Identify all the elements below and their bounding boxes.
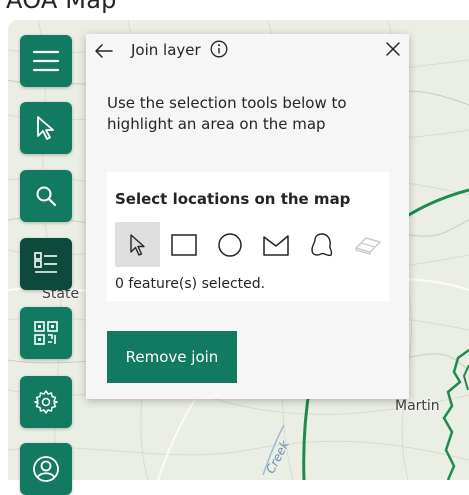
user-icon <box>33 456 59 482</box>
settings-button[interactable] <box>20 376 72 428</box>
close-button[interactable] <box>384 40 402 58</box>
select-arrow-icon <box>129 233 145 256</box>
search-button[interactable] <box>20 170 72 222</box>
select-tool-button[interactable] <box>20 102 72 154</box>
polygon-select-tool[interactable] <box>253 222 298 267</box>
hamburger-menu-icon <box>32 50 60 72</box>
layer-list-icon <box>34 252 57 273</box>
menu-button[interactable] <box>20 35 72 87</box>
close-icon <box>386 42 400 56</box>
rectangle-select-icon <box>170 233 197 256</box>
polygon-select-icon <box>262 234 289 256</box>
panel-title: Join layer <box>131 41 201 59</box>
qr-code-icon <box>34 321 58 345</box>
arrow-left-icon <box>95 44 113 58</box>
circle-select-icon <box>217 232 242 257</box>
panel-instructions: Use the selection tools below to highlig… <box>107 94 347 133</box>
page-title: AOA Map <box>6 0 117 14</box>
remove-join-button[interactable]: Remove join <box>107 331 237 383</box>
circle-select-tool[interactable] <box>207 222 252 267</box>
profile-button[interactable] <box>20 443 72 495</box>
eraser-tool[interactable] <box>345 222 390 267</box>
search-icon <box>36 186 57 207</box>
map-label-town: Martin <box>395 398 440 414</box>
selected-count-text: 0 feature(s) selected. <box>115 276 266 292</box>
gear-icon <box>34 390 58 414</box>
lasso-select-icon <box>310 232 332 256</box>
back-button[interactable] <box>92 40 116 62</box>
cursor-arrow-icon <box>37 116 54 140</box>
info-icon <box>210 40 228 58</box>
select-arrow-tool[interactable] <box>115 222 160 267</box>
eraser-icon <box>354 236 381 255</box>
select-locations-card: Select locations on the map 0 feature(s)… <box>107 172 389 301</box>
lasso-select-tool[interactable] <box>299 222 344 267</box>
select-locations-heading: Select locations on the map <box>115 190 351 208</box>
join-layer-panel: Join layer Use the selection tools below… <box>86 34 409 399</box>
layer-list-button[interactable] <box>20 238 72 290</box>
rectangle-select-tool[interactable] <box>161 222 206 267</box>
info-button[interactable] <box>210 40 228 58</box>
qr-code-button[interactable] <box>20 307 72 359</box>
